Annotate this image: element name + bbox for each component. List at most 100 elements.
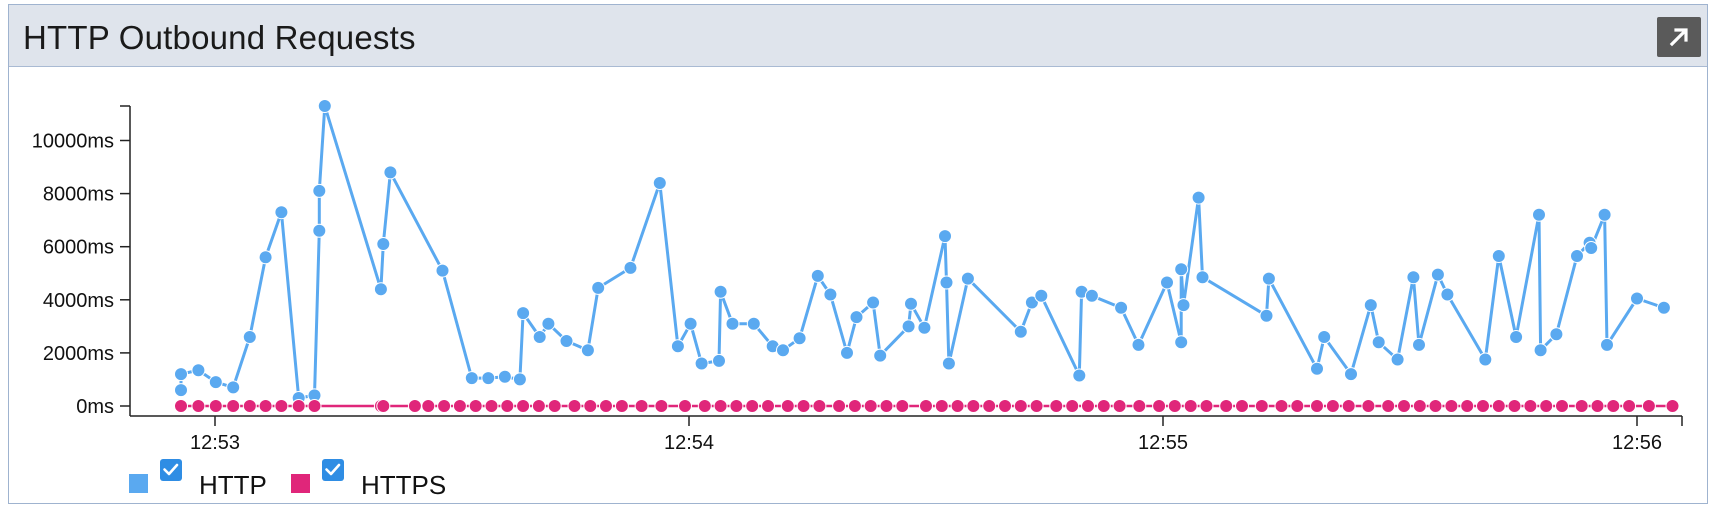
- data-point-https: [437, 399, 452, 413]
- data-point-https: [208, 399, 223, 413]
- data-point-https: [1341, 399, 1356, 413]
- data-point-https: [531, 399, 546, 413]
- data-point-http: [376, 237, 391, 251]
- line-chart: 0ms 2000ms 4000ms 6000ms 8000ms 10000ms 12:53 1…: [32, 99, 1683, 500]
- data-point-https: [567, 399, 582, 413]
- data-point-http: [174, 383, 188, 398]
- data-point-https: [847, 399, 862, 413]
- data-point-https: [950, 399, 965, 413]
- data-point-https: [174, 399, 188, 413]
- data-point-https: [1641, 399, 1656, 413]
- data-point-https: [1274, 399, 1289, 413]
- data-point-http: [1656, 300, 1671, 315]
- y-tick-label: 6000ms: [43, 237, 114, 259]
- data-point-https: [1235, 399, 1249, 413]
- data-point-http: [1600, 337, 1614, 352]
- data-point-http: [373, 282, 388, 297]
- data-point-http: [532, 330, 547, 344]
- data-point-http: [1310, 361, 1324, 376]
- data-point-http: [312, 183, 327, 198]
- data-point-https: [998, 399, 1012, 413]
- data-point-http: [746, 316, 761, 331]
- data-point-https: [1491, 399, 1506, 413]
- data-point-http: [1597, 207, 1612, 222]
- data-point-http: [274, 205, 289, 220]
- x-tick-label: 12:56: [1612, 432, 1662, 454]
- data-point-http: [1549, 327, 1564, 342]
- data-point-https: [258, 399, 273, 413]
- data-point-http: [938, 229, 952, 244]
- data-point-https: [1574, 399, 1589, 413]
- legend-swatch-http: [129, 474, 148, 493]
- y-tick-label: 2000ms: [43, 343, 114, 365]
- data-point-https: [1523, 399, 1538, 413]
- data-point-https: [634, 399, 649, 413]
- data-point-http: [516, 306, 531, 321]
- data-point-https: [1183, 399, 1198, 413]
- y-tick-label: 4000ms: [43, 290, 114, 312]
- data-point-https: [780, 399, 795, 413]
- data-point-https: [1029, 399, 1044, 413]
- data-point-https: [879, 399, 894, 413]
- data-point-http: [208, 375, 223, 390]
- data-point-http: [917, 320, 932, 335]
- data-point-https: [1476, 399, 1490, 413]
- data-point-https: [1132, 399, 1147, 413]
- data-point-http: [1034, 288, 1049, 303]
- data-point-http: [559, 334, 574, 348]
- data-point-http: [383, 165, 398, 180]
- legend-label-http: HTTP: [199, 470, 267, 500]
- x-tick-label: 12:53: [190, 432, 240, 454]
- data-point-https: [1590, 399, 1605, 413]
- data-point-https: [1254, 399, 1269, 413]
- data-point-http: [174, 367, 188, 382]
- data-point-http: [1072, 368, 1087, 383]
- data-point-http: [866, 295, 881, 310]
- data-point-https: [599, 399, 613, 413]
- data-point-http: [1630, 291, 1644, 306]
- data-point-http: [1174, 262, 1189, 277]
- data-point-https: [713, 399, 728, 413]
- data-point-http: [497, 369, 512, 384]
- data-point-http: [242, 330, 257, 344]
- data-point-https: [1219, 399, 1234, 413]
- data-point-http: [939, 275, 954, 290]
- data-point-https: [966, 399, 981, 413]
- data-point-https: [982, 399, 997, 413]
- data-point-https: [934, 399, 949, 413]
- data-point-http: [1176, 298, 1191, 313]
- data-point-http: [1114, 300, 1129, 315]
- data-point-http: [873, 348, 888, 363]
- data-point-https: [1199, 399, 1214, 413]
- data-point-http: [1570, 249, 1584, 263]
- data-point-https: [1310, 399, 1324, 413]
- data-point-https: [500, 399, 515, 413]
- data-point-http: [317, 99, 332, 113]
- data-point-https: [242, 399, 257, 413]
- data-point-https: [1013, 399, 1028, 413]
- data-point-https: [547, 399, 562, 413]
- y-tick-label: 10000ms: [32, 131, 114, 153]
- data-point-http: [1363, 298, 1378, 313]
- y-tick-label: 0ms: [76, 396, 114, 418]
- data-point-https: [895, 399, 910, 413]
- x-tick-label: 12:55: [1138, 432, 1188, 454]
- data-point-https: [863, 399, 878, 413]
- data-point-http: [713, 284, 728, 299]
- data-point-http: [1478, 352, 1493, 367]
- data-point-https: [614, 399, 629, 413]
- data-point-http: [541, 316, 556, 331]
- data-point-http: [1390, 352, 1405, 367]
- data-point-http: [464, 371, 479, 386]
- data-point-https: [1381, 399, 1396, 413]
- legend-label-https: HTTPS: [361, 470, 446, 500]
- data-point-https: [1361, 399, 1376, 413]
- data-point-https: [1412, 399, 1427, 413]
- data-point-http: [1174, 335, 1189, 350]
- data-point-https: [421, 399, 436, 413]
- data-point-https: [1665, 399, 1680, 413]
- data-point-http: [591, 280, 606, 295]
- data-point-https: [1397, 399, 1411, 413]
- data-point-http: [1440, 287, 1455, 302]
- data-point-https: [745, 399, 760, 413]
